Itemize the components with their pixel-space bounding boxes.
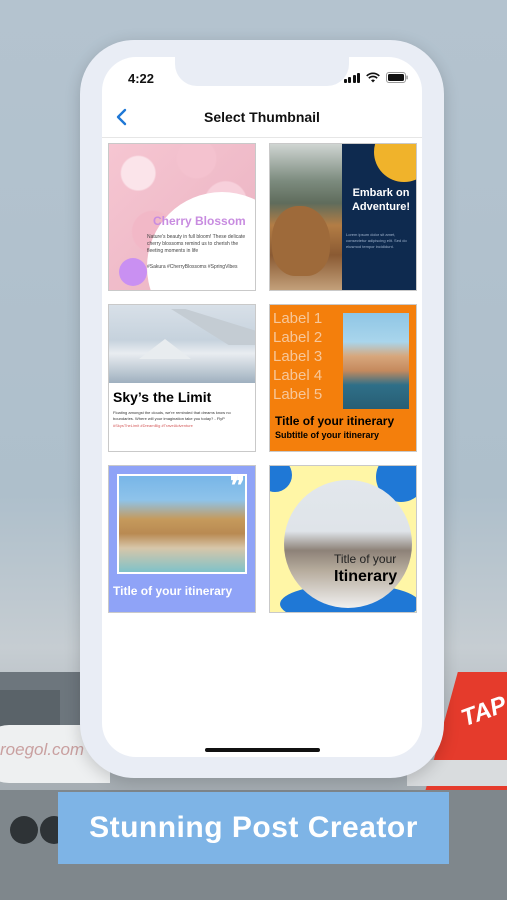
thumbnail-photo [117,474,247,574]
promo-banner: Stunning Post Creator [58,792,449,864]
thumbnail-tags: #SkysTheLimit #DreamBig #TravelAdventure [113,423,193,428]
thumbnail-title-line1: Title of your [334,552,397,566]
photo-mountain [139,339,191,359]
label-item: Label 4 [273,367,323,384]
navigation-bar: Select Thumbnail [102,97,422,138]
label-item: Label 3 [273,348,323,365]
status-time: 4:22 [128,71,155,86]
phone-notch [175,57,349,86]
label-item: Label 2 [273,329,323,346]
thumbnail-title-line2: Itinerary [334,568,398,585]
page-title: Select Thumbnail [204,109,320,125]
thumbnail-body: Floating amongst the clouds, we're remin… [113,410,231,421]
phone-screen: 4:22 Select Thumbnail Cherry Blossom Nat… [102,57,422,757]
thumbnail-title: Embark on Adventure! [351,187,411,213]
thumbnail-title: Title of your itinerary [113,584,233,598]
thumbnail-title: Cherry Blossom [153,214,246,228]
decorative-blob [270,466,292,492]
cellular-signal-icon [343,72,360,83]
banner-text: Stunning Post Creator [89,811,418,844]
thumbnail-photo [284,480,412,608]
photo-person [272,206,330,276]
label-list: Label 1 Label 2 Label 3 Label 4 Label 5 [273,309,322,404]
label-item: Label 1 [273,310,323,327]
battery-icon [386,72,408,83]
home-indicator[interactable] [205,748,320,752]
thumbnail-body: Lorem ipsum dolor sit amet, consectetur … [346,232,407,249]
thumbnail-title: Sky’s the Limit [113,389,212,405]
background-airplane-livery-text: roegol.com [0,740,85,759]
status-icons [343,72,409,83]
thumbnail-body: Nature's beauty in full bloom! These del… [147,234,246,254]
thumbnail-subtitle: Subtitle of your itinerary [275,430,380,440]
thumbnail-photo [343,313,409,409]
thumbnail-labels-itinerary[interactable]: Label 1 Label 2 Label 3 Label 4 Label 5 … [269,304,417,452]
thumbnail-skys-the-limit[interactable]: Sky’s the Limit Floating amongst the clo… [108,304,256,452]
label-item: Label 5 [273,386,323,403]
thumbnail-cherry-blossom[interactable]: Cherry Blossom Nature's beauty in full b… [108,143,256,291]
decorative-circle [374,144,416,182]
background-wheel [10,816,38,844]
decorative-circle [119,258,147,286]
thumbnail-title: Title of your itinerary [275,414,395,428]
thumbnail-rocks-itinerary[interactable]: Title of your Itinerary [269,465,417,613]
quote-icon: ❞ [229,470,245,501]
wifi-icon [366,72,380,83]
thumbnail-colosseum-itinerary[interactable]: ❞ Title of your itinerary [108,465,256,613]
thumbnail-embark-adventure[interactable]: Embark on Adventure! Lorem ipsum dolor s… [269,143,417,291]
thumbnail-tags: #Sakura #CherryBlossoms #SpringVibes [147,264,238,270]
